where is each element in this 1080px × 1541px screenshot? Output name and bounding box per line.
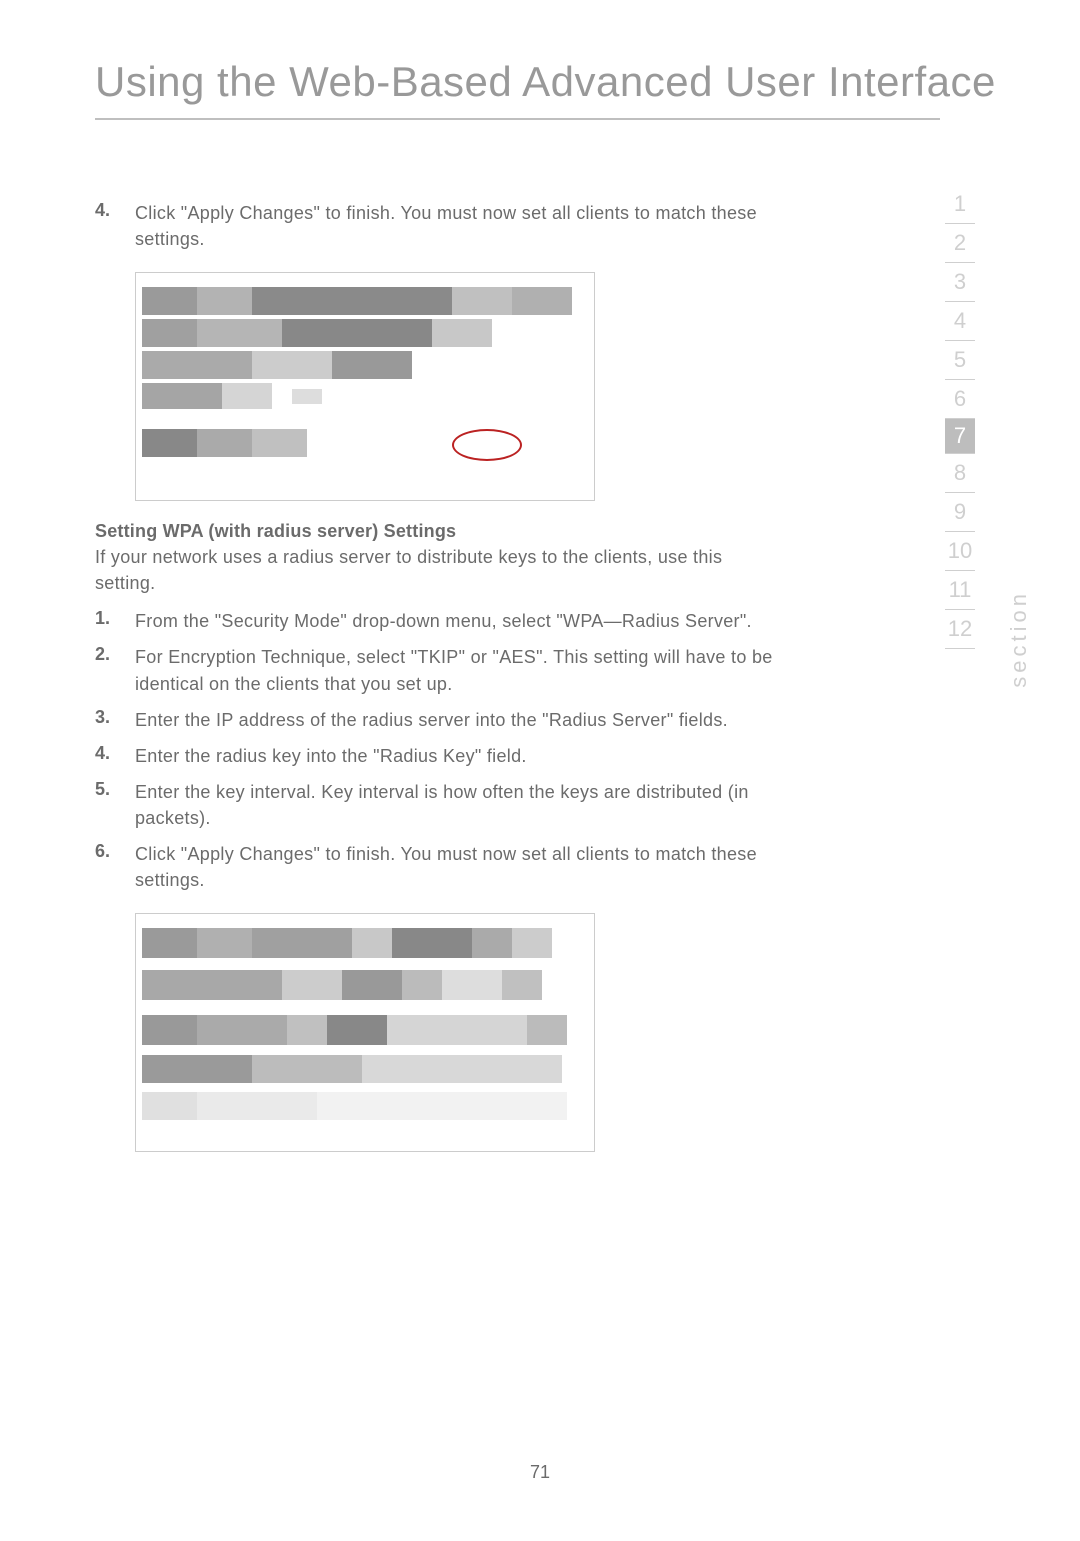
nav-item-11[interactable]: 11	[935, 571, 985, 609]
step-text: Enter the IP address of the radius serve…	[135, 707, 775, 733]
step-number: 3.	[95, 707, 135, 733]
step-number: 2.	[95, 644, 135, 696]
nav-item-3[interactable]: 3	[935, 263, 985, 301]
step-row: 3. Enter the IP address of the radius se…	[95, 707, 775, 733]
step-number: 5.	[95, 779, 135, 831]
step-text: Enter the radius key into the "Radius Ke…	[135, 743, 775, 769]
step-row: 5. Enter the key interval. Key interval …	[95, 779, 775, 831]
subheading: Setting WPA (with radius server) Setting…	[95, 521, 775, 542]
subheading-description: If your network uses a radius server to …	[95, 544, 775, 596]
intro-step: 4. Click "Apply Changes" to finish. You …	[95, 200, 775, 252]
nav-item-9[interactable]: 9	[935, 493, 985, 531]
nav-item-5[interactable]: 5	[935, 341, 985, 379]
step-number: 1.	[95, 608, 135, 634]
step-text: For Encryption Technique, select "TKIP" …	[135, 644, 775, 696]
step-row: 6. Click "Apply Changes" to finish. You …	[95, 841, 775, 893]
step-number: 4.	[95, 200, 135, 252]
main-content: 4. Click "Apply Changes" to finish. You …	[95, 200, 775, 1172]
step-row: 1. From the "Security Mode" drop-down me…	[95, 608, 775, 634]
step-row: 4. Enter the radius key into the "Radius…	[95, 743, 775, 769]
step-text: Enter the key interval. Key interval is …	[135, 779, 775, 831]
title-rule	[95, 118, 940, 120]
section-nav: 1 2 3 4 5 6 7 8 9 10 11 12	[935, 185, 985, 649]
page-title: Using the Web-Based Advanced User Interf…	[95, 58, 996, 106]
nav-item-10[interactable]: 10	[935, 532, 985, 570]
nav-item-6[interactable]: 6	[935, 380, 985, 418]
nav-divider	[945, 648, 975, 649]
nav-item-2[interactable]: 2	[935, 224, 985, 262]
step-text: Click "Apply Changes" to finish. You mus…	[135, 841, 775, 893]
step-number: 4.	[95, 743, 135, 769]
nav-item-4[interactable]: 4	[935, 302, 985, 340]
callout-oval-icon	[452, 429, 522, 461]
page-number: 71	[530, 1462, 550, 1483]
step-row: 2. For Encryption Technique, select "TKI…	[95, 644, 775, 696]
step-text: Click "Apply Changes" to finish. You mus…	[135, 200, 775, 252]
screenshot-2	[135, 913, 595, 1152]
section-label: section	[1006, 590, 1032, 688]
nav-item-7-active[interactable]: 7	[945, 419, 975, 453]
nav-item-12[interactable]: 12	[935, 610, 985, 648]
screenshot-1	[135, 272, 595, 501]
step-text: From the "Security Mode" drop-down menu,…	[135, 608, 775, 634]
nav-item-1[interactable]: 1	[935, 185, 985, 223]
step-number: 6.	[95, 841, 135, 893]
nav-item-8[interactable]: 8	[935, 454, 985, 492]
